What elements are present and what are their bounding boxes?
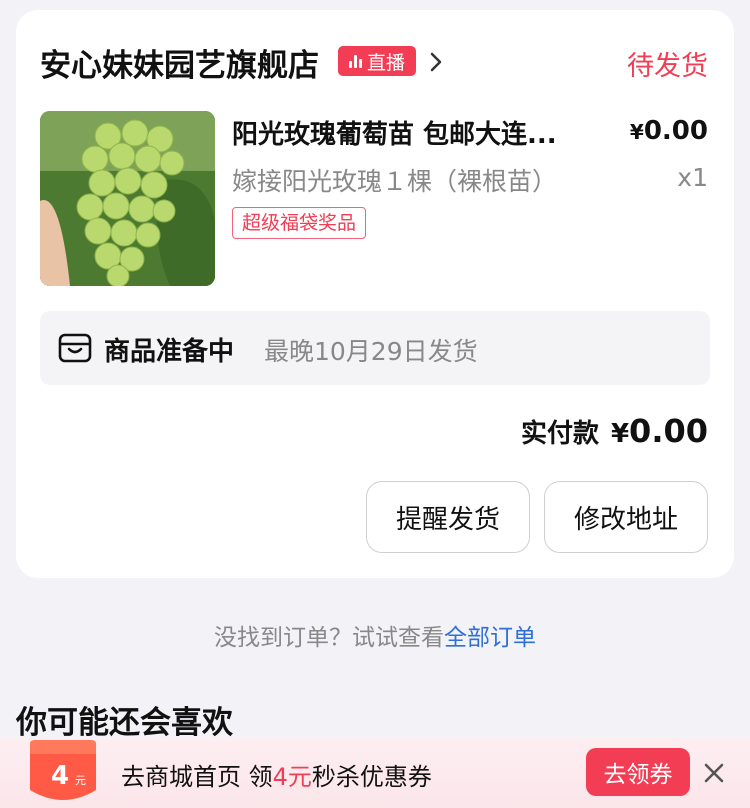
- shipping-date: 最晚10月29日发货: [264, 337, 478, 366]
- coupon-badge-unit: 元: [75, 774, 86, 787]
- coupon-text: 去商城首页 领4元秒杀优惠券: [121, 757, 432, 792]
- recommend-title: 你可能还会喜欢: [16, 705, 233, 741]
- live-bars-icon: [348, 54, 362, 68]
- coupon-badge-icon: 4 元: [30, 740, 96, 800]
- not-found-text: 没找到订单？试试查看: [214, 625, 444, 651]
- total-value: 0.00: [629, 412, 708, 450]
- product-title[interactable]: 阳光玫瑰葡萄苗 包邮大连...: [232, 114, 592, 151]
- all-orders-link[interactable]: 全部订单: [444, 625, 536, 651]
- coupon-text-prefix: 去商城首页 领: [121, 763, 273, 791]
- product-spec: 嫁接阳光玫瑰１棵（裸根苗）: [232, 167, 558, 196]
- product-price: ¥0.00: [630, 116, 708, 146]
- package-icon: [58, 333, 92, 363]
- not-found-hint: 没找到订单？试试查看全部订单: [0, 618, 750, 652]
- change-address-button[interactable]: 修改地址: [544, 481, 708, 553]
- shipping-status-bar[interactable]: 商品准备中 最晚10月29日发货: [40, 311, 710, 385]
- product-quantity: x1: [677, 163, 708, 192]
- shipping-title: 商品准备中: [104, 337, 235, 367]
- claim-coupon-button[interactable]: 去领券: [586, 748, 690, 796]
- prize-tag: 超级福袋奖品: [232, 207, 367, 239]
- remind-shipping-button[interactable]: 提醒发货: [366, 481, 530, 553]
- close-icon[interactable]: [703, 762, 725, 784]
- live-badge-label: 直播: [366, 51, 405, 74]
- price-value: 0.00: [643, 116, 708, 146]
- shop-name[interactable]: 安心妹妹园艺旗舰店: [40, 40, 319, 85]
- chevron-right-icon[interactable]: [426, 50, 446, 74]
- price-symbol: ¥: [629, 120, 644, 144]
- order-card[interactable]: 安心妹妹园艺旗舰店 直播 待发货 阳光玫瑰葡萄苗 包邮大连... ¥0.00 嫁…: [16, 10, 734, 578]
- order-status: 待发货: [627, 51, 708, 82]
- coupon-text-suffix: 秒杀优惠券: [311, 763, 432, 791]
- coupon-text-highlight: 4元: [272, 763, 312, 791]
- total-amount: ¥0.00: [611, 412, 708, 450]
- product-image[interactable]: [40, 111, 215, 286]
- total-paid: 实付款 ¥0.00: [521, 412, 708, 450]
- live-badge[interactable]: 直播: [338, 46, 416, 76]
- coupon-banner[interactable]: 4 元 去商城首页 领4元秒杀优惠券 去领券: [0, 737, 750, 808]
- total-symbol: ¥: [610, 419, 630, 449]
- total-label: 实付款: [520, 419, 599, 449]
- coupon-badge-value: 4: [51, 761, 69, 791]
